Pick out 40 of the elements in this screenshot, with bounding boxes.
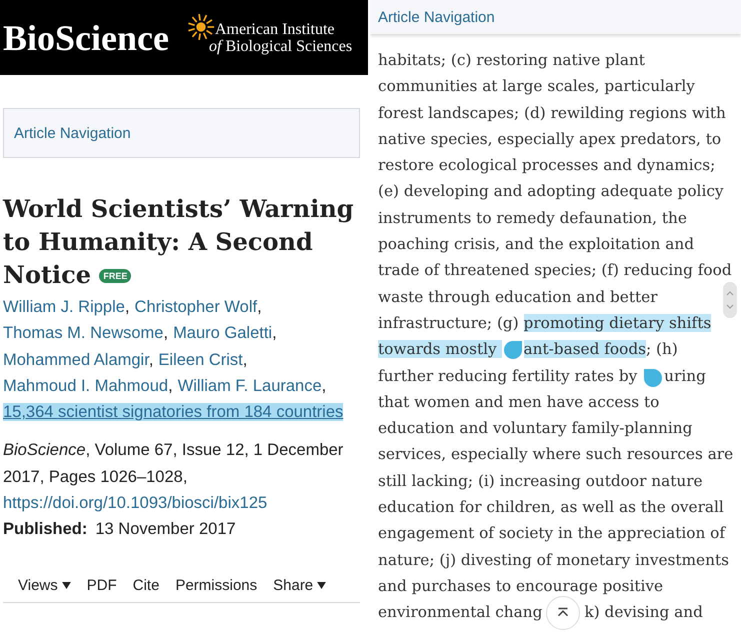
separator: , [257, 298, 262, 316]
separator: , [322, 376, 326, 395]
journal-logo[interactable]: BioScience [3, 16, 169, 58]
selection-handle[interactable] [504, 341, 522, 360]
author-link[interactable]: William F. Laurance [178, 376, 322, 395]
separator: , [124, 298, 130, 316]
separator: , [242, 350, 248, 369]
author-link[interactable]: Mauro Galetti [173, 324, 272, 342]
article-paragraph: habitats; (c) restoring native plant communities at large scales, particularly forest landscapes; (d) rewilding regions with native species, especially apex predators, to restore ecological processes and dynamics; (e) developing and adopting adequate policy instruments to remedy defaunation, the poaching crisis, and the exploitation and trade of threatened species; (f) reducing food waste through education and better infrastructure; (g) promoting dietary shifts towards mostly ant-based foods; (h) further reducing fertility rates by uring that women and men have access to education and voluntary family-planning services, especially where such resources are still lacking; (i) increasing outdoor nature education for children, as well as the overall engagement of society in the appreciation of nature; (j) divesting of monetary investments and purchases to encourage positive environmental chang k) devising and [378, 47, 741, 626]
selection-handle[interactable] [644, 368, 662, 387]
published-label: Published: [3, 519, 88, 540]
author-link[interactable]: Christopher Wolf [134, 298, 258, 316]
separator: , [272, 324, 277, 342]
separator: , [163, 324, 168, 342]
author-link[interactable]: Mohammed Alamgir [3, 350, 149, 369]
sun-icon [186, 12, 215, 40]
toolbar-button[interactable]: Cite [132, 576, 160, 594]
scroll-to-top-button[interactable] [546, 596, 580, 630]
toolbar-button[interactable]: Permissions [175, 576, 258, 594]
toolbar-button[interactable]: Share [273, 576, 326, 594]
author-link[interactable]: Thomas M. Newsome [3, 324, 164, 342]
free-badge: FREE [99, 269, 132, 283]
scroll-indicator[interactable] [723, 282, 737, 318]
article-navigation-button[interactable]: Article Navigation [3, 108, 360, 158]
author-link[interactable]: William J. Ripple [3, 298, 125, 316]
publisher-name: American Institute [214, 20, 336, 38]
article-title: World Scientists’ Warning to Humanity: A Second Notice FREE [3, 193, 355, 291]
separator: , [148, 350, 154, 369]
toolbar-button[interactable]: Views [18, 576, 71, 594]
article-navigation-bar[interactable]: Article Navigation [370, 0, 741, 34]
published-date: 13 November 2017 [95, 519, 236, 540]
toolbar-button[interactable]: PDF [86, 576, 117, 594]
caret-icon [62, 582, 71, 589]
author-link[interactable]: Mahmoud I. Mahmoud [3, 376, 168, 395]
publisher-name-line: of Biological Sciences [208, 38, 352, 54]
caret-icon [317, 582, 326, 589]
author-link[interactable]: Eileen Crist [158, 350, 243, 369]
separator: , [168, 376, 173, 395]
doi-link[interactable]: https://doi.org/10.1093/biosci/bix125 [3, 490, 268, 516]
citation-text: BioScience, Volume 67, Issue 12, 1 December 2017, Pages 1026–1028, [3, 440, 344, 488]
